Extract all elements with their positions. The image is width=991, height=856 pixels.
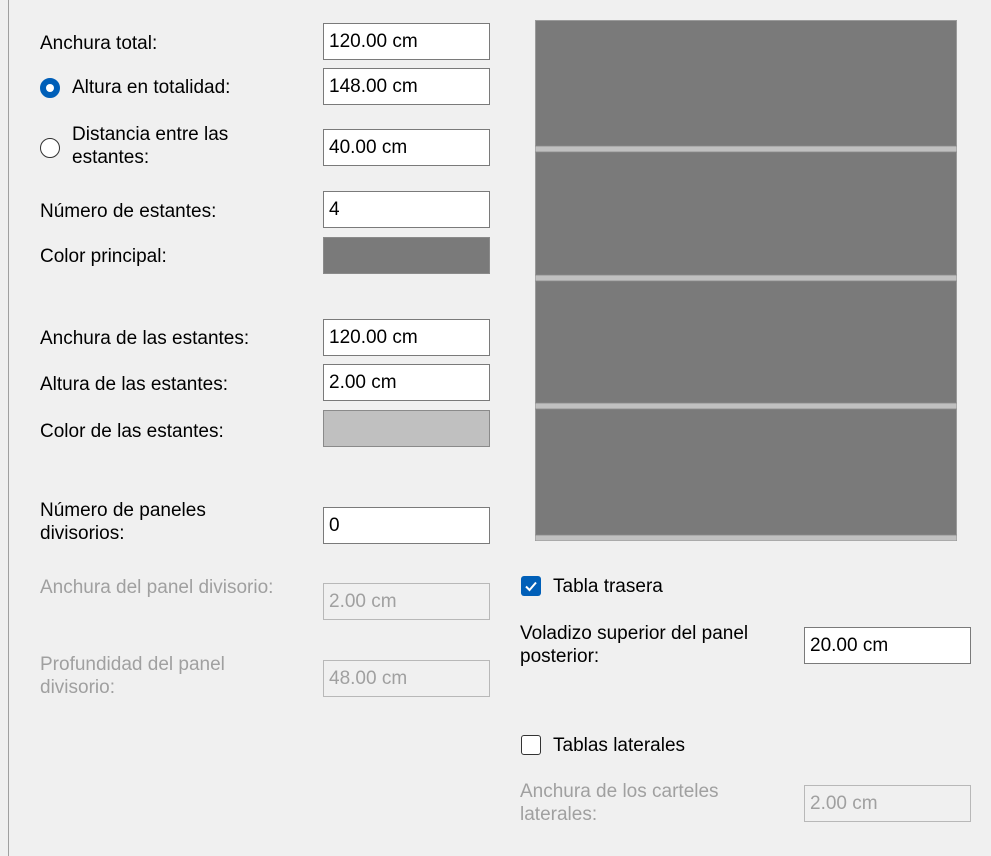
back-overhang-label: Voladizo superior del panel posterior: bbox=[520, 623, 749, 667]
checkmark-icon bbox=[525, 581, 537, 592]
back-panel-checkbox[interactable] bbox=[521, 576, 541, 596]
shelf-preview bbox=[535, 20, 957, 541]
divider-width-input[interactable]: 2.00 cm bbox=[323, 583, 490, 620]
side-panels-checkbox[interactable] bbox=[521, 735, 541, 755]
total-height-input[interactable]: 148.00 cm bbox=[323, 68, 490, 105]
total-width-input[interactable]: 120.00 cm bbox=[323, 23, 490, 60]
shelf-color-button[interactable] bbox=[323, 410, 490, 447]
shelf-count-label: Número de estantes: bbox=[40, 201, 217, 222]
shelf-count-input[interactable]: 4 bbox=[323, 191, 490, 228]
shelf-height-label: Altura de las estantes: bbox=[40, 374, 228, 395]
back-panel-label: Tabla trasera bbox=[553, 576, 663, 597]
shelf-distance-radio[interactable] bbox=[40, 138, 60, 158]
total-width-label: Anchura total: bbox=[40, 33, 158, 54]
divider-count-input[interactable]: 0 bbox=[323, 507, 490, 544]
preview-shelf bbox=[535, 145, 957, 153]
side-width-label: Anchura de los carteles laterales: bbox=[520, 781, 719, 825]
side-panels-label: Tablas laterales bbox=[553, 735, 686, 756]
main-color-button[interactable] bbox=[323, 237, 490, 274]
divider-width-label: Anchura del panel divisorio: bbox=[40, 577, 274, 598]
total-height-label: Altura en totalidad: bbox=[72, 77, 231, 98]
preview-shelf bbox=[535, 274, 957, 282]
preview-shelf bbox=[535, 534, 957, 541]
main-color-label: Color principal: bbox=[40, 246, 167, 267]
divider-count-label: Número de paneles divisorios: bbox=[40, 500, 206, 544]
panel-left-border bbox=[8, 0, 9, 856]
back-overhang-input[interactable]: 20.00 cm bbox=[804, 627, 971, 664]
shelf-width-label: Anchura de las estantes: bbox=[40, 328, 250, 349]
total-height-radio[interactable] bbox=[40, 78, 60, 98]
divider-depth-label: Profundidad del panel divisorio: bbox=[40, 654, 225, 698]
shelf-distance-label: Distancia entre las estantes: bbox=[72, 124, 229, 168]
side-width-input[interactable]: 2.00 cm bbox=[804, 785, 971, 822]
divider-depth-input[interactable]: 48.00 cm bbox=[323, 660, 490, 697]
shelf-height-input[interactable]: 2.00 cm bbox=[323, 364, 490, 401]
shelf-distance-input[interactable]: 40.00 cm bbox=[323, 129, 490, 166]
preview-shelf bbox=[535, 402, 957, 410]
shelf-width-input[interactable]: 120.00 cm bbox=[323, 319, 490, 356]
shelf-color-label: Color de las estantes: bbox=[40, 421, 224, 442]
